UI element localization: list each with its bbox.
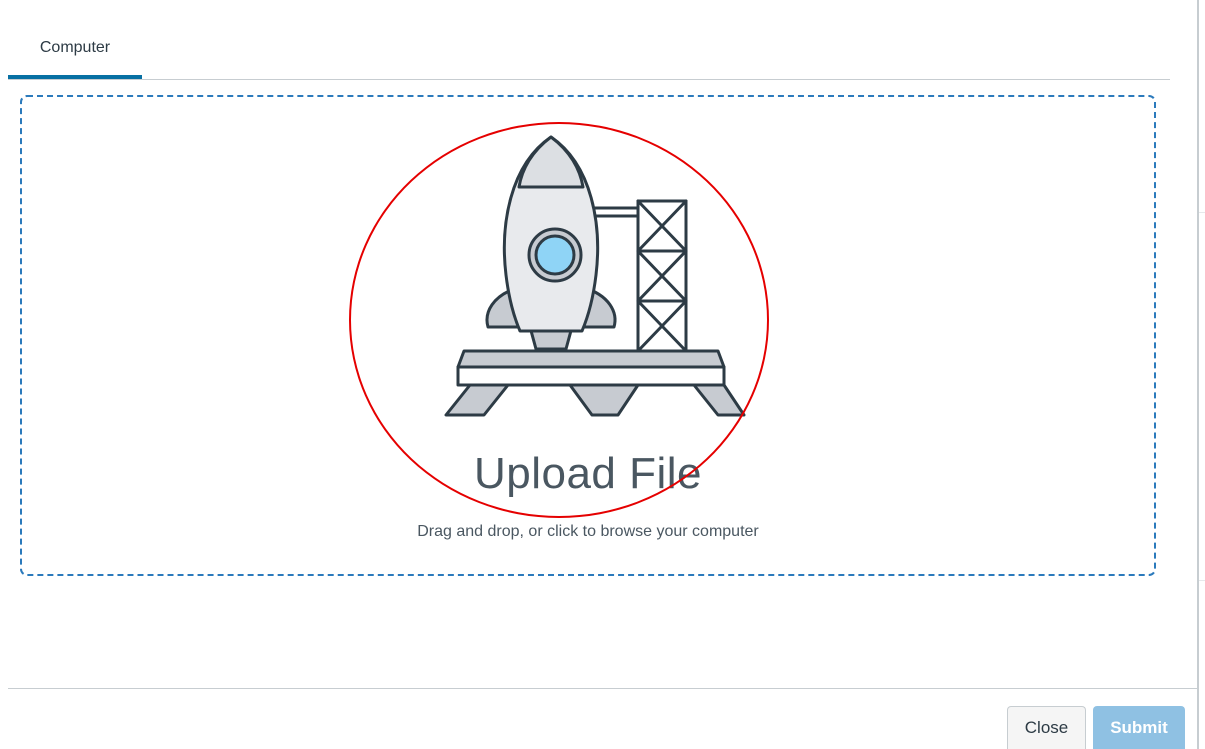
footer-divider [8,688,1197,689]
upload-source-tabs: Computer [8,30,1170,80]
submit-button[interactable]: Submit [1093,706,1185,749]
platform-legs [444,383,746,417]
edge-tick [1199,580,1205,581]
upload-title: Upload File [473,449,703,498]
file-dropzone[interactable]: Upload File Drag and drop, or click to b… [20,95,1156,576]
upload-instructions: Drag and drop, or click to browse your c… [417,523,759,540]
tab-computer[interactable]: Computer [8,30,142,79]
rocket-launch-pad-icon [444,135,746,417]
rocket-window [534,234,576,276]
rocket-nose [517,135,585,189]
upload-dialog: Computer Upload File Drag and drop, or c… [0,0,1205,749]
close-button[interactable]: Close [1007,706,1086,749]
edge-tick [1199,212,1205,213]
launch-platform [456,349,726,387]
dialog-edge-divider [1197,0,1199,749]
